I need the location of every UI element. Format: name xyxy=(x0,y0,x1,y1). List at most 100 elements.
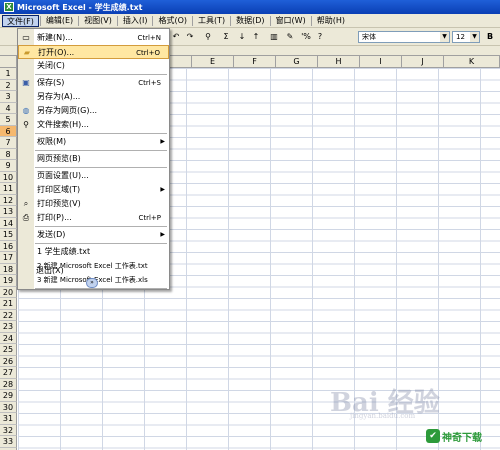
menu-insert[interactable]: 插入(I) xyxy=(119,15,152,27)
menu-file[interactable]: 文件(F) xyxy=(2,14,39,27)
row-header[interactable]: 31 xyxy=(0,413,17,425)
row-header[interactable]: 10 xyxy=(0,171,17,183)
menu-item-print-area[interactable]: 打印区域(T) ▶ xyxy=(18,183,169,197)
column-header-g[interactable]: G xyxy=(276,56,318,68)
menu-edit[interactable]: 编辑(E) xyxy=(42,15,77,27)
menu-item-exit[interactable]: 退出(X) xyxy=(18,264,169,278)
new-file-icon: ▭ xyxy=(22,33,30,42)
menu-item-recent-1[interactable]: 1 学生成绩.txt xyxy=(18,245,169,259)
menu-item-label: 保存(S) xyxy=(37,78,65,87)
menu-item-shortcut: Ctrl+P xyxy=(138,214,161,222)
chevron-down-icon[interactable]: ▼ xyxy=(440,32,449,42)
undo-icon[interactable]: ↶ xyxy=(170,31,182,43)
menu-separator xyxy=(35,150,167,151)
row-header[interactable]: 25 xyxy=(0,344,17,356)
menu-item-file-search[interactable]: ⚲ 文件搜索(H)... xyxy=(18,118,169,132)
column-header-j[interactable]: J xyxy=(402,56,444,68)
row-header[interactable]: 11 xyxy=(0,183,17,195)
row-header[interactable]: 4 xyxy=(0,102,17,114)
menu-separator xyxy=(35,74,167,75)
drawing-icon[interactable]: ✎ xyxy=(284,31,296,43)
menu-item-open[interactable]: ▰ 打开(O)... Ctrl+O xyxy=(18,45,169,59)
row-header[interactable]: 16 xyxy=(0,240,17,252)
redo-icon[interactable]: ↷ xyxy=(184,31,196,43)
menu-item-label: 页面设置(U)... xyxy=(37,171,89,180)
row-header[interactable]: 1 xyxy=(0,68,17,80)
menu-item-page-setup[interactable]: 页面设置(U)... xyxy=(18,169,169,183)
sort-ascending-icon[interactable]: ↓ xyxy=(236,31,248,43)
row-header[interactable]: 17 xyxy=(0,252,17,264)
chevron-down-icon[interactable]: ▼ xyxy=(470,32,479,42)
menu-item-web-preview[interactable]: 网页预览(B) xyxy=(18,152,169,166)
row-header[interactable]: 30 xyxy=(0,401,17,413)
menu-item-label: 另存为(A)... xyxy=(37,92,81,101)
chart-wizard-icon[interactable]: ▥ xyxy=(268,31,280,43)
window-title: Microsoft Excel - 学生成绩.txt xyxy=(17,2,143,12)
row-header[interactable]: 21 xyxy=(0,298,17,310)
row-header[interactable]: 9 xyxy=(0,160,17,172)
font-size-select[interactable]: 12 ▼ xyxy=(452,31,480,43)
menu-view[interactable]: 视图(V) xyxy=(80,15,116,27)
menu-item-print[interactable]: ⎙ 打印(P)... Ctrl+P xyxy=(18,211,169,225)
row-header[interactable]: 33 xyxy=(0,436,17,448)
row-header[interactable]: 24 xyxy=(0,332,17,344)
menu-window[interactable]: 窗口(W) xyxy=(272,15,310,27)
search-icon: ⚲ xyxy=(23,120,29,129)
row-header[interactable]: 22 xyxy=(0,309,17,321)
row-header[interactable]: 8 xyxy=(0,148,17,160)
menu-item-label: 发送(D) xyxy=(37,230,66,239)
menu-help[interactable]: 帮助(H) xyxy=(313,15,349,27)
print-preview-icon: ⌕ xyxy=(23,199,29,208)
row-header[interactable]: 32 xyxy=(0,424,17,436)
menu-item-label: 权限(M) xyxy=(37,137,67,146)
menu-item-save-as-web[interactable]: ◍ 另存为网页(G)... xyxy=(18,104,169,118)
row-header[interactable]: 13 xyxy=(0,206,17,218)
sort-descending-icon[interactable]: ↑ xyxy=(250,31,262,43)
row-header[interactable]: 27 xyxy=(0,367,17,379)
row-header[interactable]: 28 xyxy=(0,378,17,390)
row-header[interactable]: 15 xyxy=(0,229,17,241)
row-header[interactable]: 26 xyxy=(0,355,17,367)
select-all-corner[interactable] xyxy=(0,56,17,68)
menu-item-close[interactable]: 关闭(C) xyxy=(18,59,169,73)
hyperlink-icon[interactable]: ⚲ xyxy=(202,31,214,43)
menu-separator xyxy=(35,133,167,134)
column-header-f[interactable]: F xyxy=(234,56,276,68)
row-header[interactable]: 20 xyxy=(0,286,17,298)
menu-tools[interactable]: 工具(T) xyxy=(194,15,229,27)
column-header-i[interactable]: I xyxy=(360,56,402,68)
menu-data[interactable]: 数据(D) xyxy=(232,15,268,27)
autosum-button[interactable]: Σ xyxy=(220,31,232,43)
row-header[interactable]: 2 xyxy=(0,79,17,91)
menu-expand-icon[interactable]: » xyxy=(86,278,98,288)
help-icon[interactable]: ? xyxy=(314,31,326,43)
row-header[interactable]: 18 xyxy=(0,263,17,275)
menu-item-save-as[interactable]: 另存为(A)... xyxy=(18,90,169,104)
row-header[interactable]: 19 xyxy=(0,275,17,287)
menu-item-label: 打印区域(T) xyxy=(37,185,81,194)
row-header[interactable]: 14 xyxy=(0,217,17,229)
menu-item-send[interactable]: 发送(D) ▶ xyxy=(18,228,169,242)
column-header-k[interactable]: K xyxy=(444,56,500,68)
row-header[interactable]: 3 xyxy=(0,91,17,103)
column-header-h[interactable]: H xyxy=(318,56,360,68)
row-header[interactable]: 12 xyxy=(0,194,17,206)
row-header[interactable]: 29 xyxy=(0,390,17,402)
row-header[interactable]: 5 xyxy=(0,114,17,126)
row-header[interactable]: 23 xyxy=(0,321,17,333)
column-header-e[interactable]: E xyxy=(192,56,234,68)
menu-item-shortcut: Ctrl+O xyxy=(136,49,160,57)
zoom-partial[interactable]: '% xyxy=(300,31,312,43)
menu-item-shortcut: Ctrl+N xyxy=(137,34,161,42)
menu-item-new[interactable]: ▭ 新建(N)... Ctrl+N xyxy=(18,31,169,45)
row-header[interactable]: 6 xyxy=(0,125,17,137)
bold-icon[interactable]: B xyxy=(484,31,496,43)
font-name-select[interactable]: 宋体 ▼ xyxy=(358,31,450,43)
menu-format[interactable]: 格式(O) xyxy=(154,15,191,27)
menu-item-save[interactable]: ▣ 保存(S) Ctrl+S xyxy=(18,76,169,90)
brand-logo-text: 神奇下载 xyxy=(442,432,482,444)
submenu-arrow-icon: ▶ xyxy=(160,231,165,238)
menu-item-permissions[interactable]: 权限(M) ▶ xyxy=(18,135,169,149)
row-header[interactable]: 7 xyxy=(0,137,17,149)
menu-item-print-preview[interactable]: ⌕ 打印预览(V) xyxy=(18,197,169,211)
